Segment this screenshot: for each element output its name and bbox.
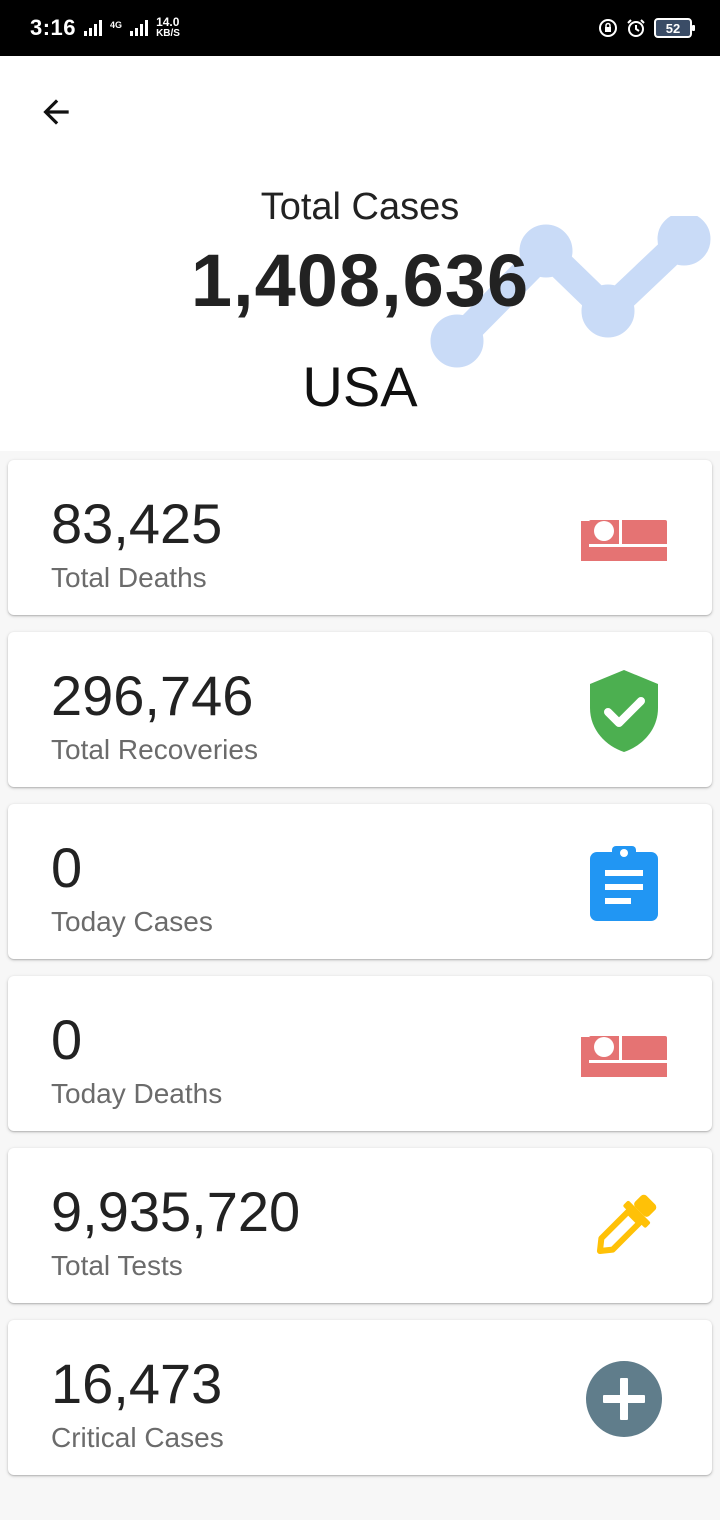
stat-value: 9,935,720 <box>51 1180 301 1243</box>
stat-label: Total Recoveries <box>51 734 258 765</box>
verified-shield-icon-wrap <box>580 667 668 755</box>
stat-card-total-recoveries: 296,746 Total Recoveries <box>8 632 712 787</box>
stat-value: 16,473 <box>51 1352 223 1415</box>
page-title: Total Cases <box>260 186 460 228</box>
stat-value: 0 <box>51 836 83 899</box>
add-circle-icon-wrap <box>580 1355 668 1443</box>
battery-level: 52 <box>665 20 681 36</box>
speed-value: 14.0 <box>156 15 180 29</box>
bed-icon <box>581 520 667 561</box>
dropper-icon <box>596 1194 657 1255</box>
stat-card-total-tests: 9,935,720 Total Tests <box>8 1148 712 1303</box>
signal-icon <box>84 20 103 36</box>
country-name: USA <box>302 355 418 418</box>
stat-card-today-deaths: 0 Today Deaths <box>8 976 712 1131</box>
arrow-back-icon <box>43 99 69 125</box>
stat-card-today-cases: 0 Today Cases <box>8 804 712 959</box>
country-header: Total Cases 1,408,636 USA <box>0 56 720 451</box>
status-bar: 3:16 4G 14.0 KB/S 52 <box>0 0 720 56</box>
stat-card-total-deaths: 83,425 Total Deaths <box>8 460 712 615</box>
network-type: 4G <box>110 19 123 30</box>
dropper-icon-wrap <box>580 1183 668 1271</box>
network-speed: 14.0 KB/S <box>156 15 180 39</box>
stat-label: Today Deaths <box>51 1078 223 1109</box>
status-left: 3:16 4G 14.0 KB/S <box>30 15 180 41</box>
bed-icon-wrap <box>580 1011 668 1099</box>
stat-label: Total Tests <box>51 1250 183 1281</box>
stat-card-critical-cases: 16,473 Critical Cases <box>8 1320 712 1475</box>
stat-label: Total Deaths <box>51 562 207 593</box>
bed-icon-wrap <box>580 495 668 583</box>
stat-value: 0 <box>51 1008 83 1071</box>
total-cases-value: 1,408,636 <box>190 239 530 322</box>
clipboard-icon <box>590 846 658 921</box>
stat-value: 83,425 <box>51 492 223 555</box>
status-right: 52 <box>598 18 695 38</box>
stat-label: Today Cases <box>51 906 213 937</box>
speed-unit: KB/S <box>156 28 180 39</box>
back-button[interactable] <box>30 86 82 138</box>
clipboard-icon-wrap <box>580 839 668 927</box>
alarm-icon <box>627 19 645 37</box>
bed-icon <box>581 1036 667 1077</box>
add-circle-icon <box>586 1361 662 1437</box>
battery-icon: 52 <box>654 18 695 38</box>
stat-label: Critical Cases <box>51 1422 224 1453</box>
signal-icon-2 <box>130 20 149 36</box>
status-time: 3:16 <box>30 15 77 40</box>
verified-shield-icon <box>590 670 658 752</box>
stats-list: 83,425 Total Deaths 296,746 Total Recove… <box>8 460 712 1492</box>
stat-value: 296,746 <box>51 664 254 727</box>
rotation-lock-icon <box>599 19 617 37</box>
